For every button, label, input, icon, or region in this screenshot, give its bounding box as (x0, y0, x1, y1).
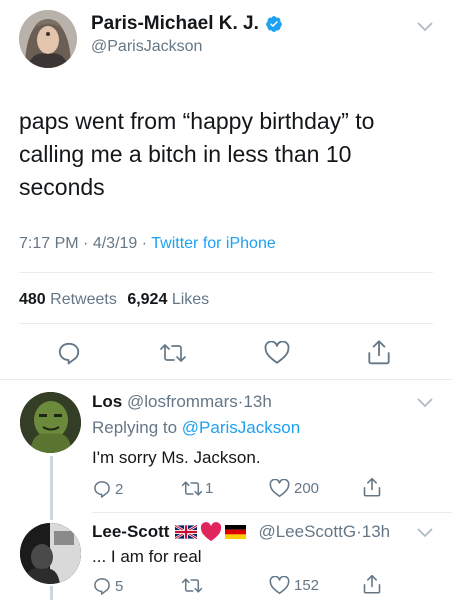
avatar[interactable] (19, 10, 77, 68)
retweet-count: 1 (205, 480, 214, 497)
reply-text: I'm sorry Ms. Jackson. (92, 448, 261, 467)
reply-icon (58, 342, 80, 365)
uk-flag-icon (175, 525, 198, 539)
reply-button[interactable]: 2 (92, 479, 123, 499)
author-name-row[interactable]: Paris-Michael K. J. (91, 13, 283, 35)
avatar-image (20, 392, 81, 453)
display-name[interactable]: Lee-Scott (92, 522, 169, 542)
tweet-text-line: paps went from “happy birthday” to (19, 108, 375, 134)
chevron-down-icon[interactable] (417, 398, 433, 408)
replying-to-prefix: Replying to (92, 418, 178, 437)
separator: · (83, 235, 89, 252)
reply-icon (94, 578, 110, 595)
reply-time[interactable]: 13h (362, 522, 390, 542)
tweet-meta: 7:17 PM · 4/3/19 · Twitter for iPhone (19, 235, 276, 253)
separator: · (141, 235, 148, 252)
share-button[interactable] (366, 338, 392, 366)
tweet-time[interactable]: 7:17 PM (19, 235, 79, 252)
avatar[interactable] (20, 392, 81, 453)
divider (92, 512, 452, 513)
share-icon (363, 574, 381, 594)
like-count: 200 (294, 480, 320, 497)
reply-text: ... I am for real (92, 547, 202, 566)
thread-line (50, 456, 53, 520)
retweet-icon (181, 578, 203, 593)
section-divider (0, 379, 452, 380)
reply-header: Lee-Scott @LeeScottG · 13h (92, 522, 390, 542)
tweet-text-line: seconds (19, 174, 105, 200)
author-handle[interactable]: @ParisJackson (91, 38, 202, 56)
reply-header: Los @losfrommars·13h (92, 392, 272, 412)
tweet-client-link[interactable]: Twitter for iPhone (151, 235, 276, 252)
heart-icon (269, 576, 290, 595)
likes-label: Likes (171, 291, 210, 308)
author-handle[interactable]: @LeeScottG (258, 522, 356, 542)
likes-stat[interactable]: 6,924 Likes (127, 291, 209, 308)
tweet-text: paps went from “happy birthday” to calli… (19, 105, 439, 204)
avatar-image (20, 523, 81, 584)
tweet-text-line: calling me a bitch in less than 10 (19, 141, 352, 167)
chevron-down-icon[interactable] (417, 22, 433, 32)
reply-time[interactable]: 13h (243, 392, 271, 411)
author-handle[interactable]: @losfrommars (127, 392, 238, 411)
divider (19, 323, 433, 324)
avatar-image (19, 10, 77, 68)
share-button[interactable] (362, 476, 382, 498)
reply-icon (94, 481, 110, 498)
share-icon (368, 340, 390, 365)
retweets-stat[interactable]: 480 Retweets (19, 291, 121, 308)
chevron-down-icon[interactable] (417, 528, 433, 538)
thread-line (50, 586, 53, 600)
retweet-button[interactable] (159, 341, 187, 365)
tweet-stats: 480 Retweets 6,924 Likes (19, 291, 209, 309)
heart-icon (269, 479, 290, 498)
reply-count: 2 (115, 480, 124, 498)
display-name[interactable]: Los (92, 392, 122, 411)
replying-to: Replying to @ParisJackson (92, 418, 300, 438)
reply-button[interactable]: 5 (92, 576, 123, 596)
red-heart-icon (200, 522, 222, 542)
like-button[interactable]: 200 (269, 479, 319, 498)
retweet-button[interactable] (181, 576, 203, 595)
like-button[interactable]: 152 (269, 576, 319, 595)
heart-icon (264, 341, 290, 364)
divider (19, 272, 433, 273)
like-button[interactable] (264, 341, 290, 365)
reply-button[interactable] (56, 340, 82, 366)
like-count: 152 (294, 577, 320, 594)
retweet-button[interactable]: 1 (181, 479, 213, 498)
verified-badge-icon (265, 15, 283, 33)
display-name[interactable]: Paris-Michael K. J. (91, 13, 259, 35)
likes-count: 6,924 (127, 291, 168, 308)
reply-count: 5 (115, 577, 124, 595)
tweet-date[interactable]: 4/3/19 (93, 235, 137, 252)
share-icon (363, 477, 381, 497)
replying-to-handle[interactable]: @ParisJackson (182, 418, 300, 437)
german-flag-icon (225, 525, 247, 539)
retweets-label: Retweets (50, 291, 117, 308)
share-button[interactable] (362, 573, 382, 595)
retweets-count: 480 (19, 291, 46, 308)
retweet-icon (160, 344, 186, 362)
retweet-icon (181, 481, 203, 496)
avatar[interactable] (20, 523, 81, 584)
